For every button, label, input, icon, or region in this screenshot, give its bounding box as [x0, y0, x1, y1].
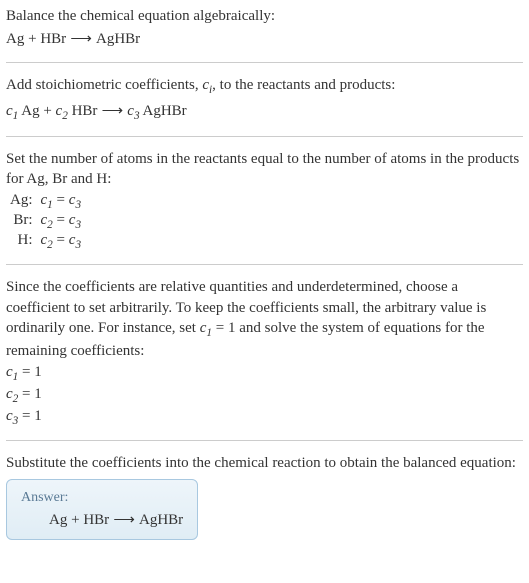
- reaction-arrow: ⟶: [66, 30, 96, 47]
- answer-box: Answer: Ag + HBr ⟶ AgHBr: [6, 479, 198, 540]
- reactant-2: HBr: [40, 31, 66, 47]
- coeff-values: c1 = 1 c2 = 1 c3 = 1: [6, 363, 523, 428]
- atom-eq: c2 = c3: [37, 212, 86, 232]
- problem-title: Balance the chemical equation algebraica…: [6, 6, 523, 26]
- reaction-arrow: ⟶: [97, 102, 127, 119]
- table-row: Ag: c1 = c3: [6, 192, 85, 212]
- coeff-line: c1 = 1: [6, 363, 523, 385]
- c3: c3: [127, 103, 139, 119]
- section-coefficients: Add stoichiometric coefficients, ci, to …: [6, 75, 523, 137]
- coeff-intro-after: , to the reactants and products:: [212, 77, 395, 93]
- c1-set: c1: [200, 320, 212, 336]
- section-problem: Balance the chemical equation algebraica…: [6, 6, 523, 63]
- table-row: H: c2 = c3: [6, 232, 85, 252]
- coeff-line: c2 = 1: [6, 385, 523, 407]
- coeff-intro: Add stoichiometric coefficients, ci, to …: [6, 75, 523, 98]
- answer-equation: Ag + HBr ⟶ AgHBr: [21, 510, 183, 529]
- coeff-equation: c1 Ag + c2 HBr ⟶ c3 AgHBr: [6, 101, 523, 124]
- reaction-arrow: ⟶: [109, 511, 139, 528]
- c2: c2: [56, 103, 68, 119]
- plus: +: [40, 103, 56, 119]
- plus: +: [24, 31, 40, 47]
- table-row: Br: c2 = c3: [6, 212, 85, 232]
- reactant-1: Ag: [21, 103, 39, 119]
- reactant-2: HBr: [83, 512, 109, 528]
- product-1: AgHBr: [96, 31, 140, 47]
- atom-eq: c1 = c3: [37, 192, 86, 212]
- c1: c1: [6, 103, 18, 119]
- section-answer: Substitute the coefficients into the che…: [6, 453, 523, 540]
- ci-symbol: ci: [202, 77, 212, 93]
- atom-label: Br:: [6, 212, 37, 232]
- solve-intro: Since the coefficients are relative quan…: [6, 277, 523, 361]
- atom-table: Ag: c1 = c3 Br: c2 = c3 H: c2 = c3: [6, 192, 85, 252]
- base-equation: Ag + HBr ⟶ AgHBr: [6, 29, 523, 49]
- coeff-line: c3 = 1: [6, 407, 523, 429]
- atom-label: Ag:: [6, 192, 37, 212]
- section-solve: Since the coefficients are relative quan…: [6, 277, 523, 441]
- section-atom-balance: Set the number of atoms in the reactants…: [6, 149, 523, 266]
- atom-label: H:: [6, 232, 37, 252]
- reactant-1: Ag: [6, 31, 24, 47]
- product-1: AgHBr: [143, 103, 187, 119]
- reactant-1: Ag: [49, 512, 67, 528]
- coeff-intro-before: Add stoichiometric coefficients,: [6, 77, 202, 93]
- answer-label: Answer:: [21, 490, 183, 506]
- product-1: AgHBr: [139, 512, 183, 528]
- atom-intro: Set the number of atoms in the reactants…: [6, 149, 523, 190]
- substitute-intro: Substitute the coefficients into the che…: [6, 453, 523, 473]
- reactant-2: HBr: [72, 103, 98, 119]
- plus: +: [67, 512, 83, 528]
- atom-eq: c2 = c3: [37, 232, 86, 252]
